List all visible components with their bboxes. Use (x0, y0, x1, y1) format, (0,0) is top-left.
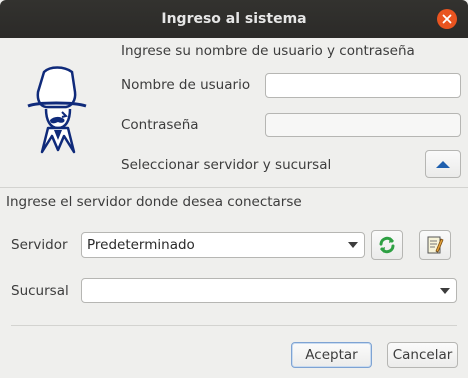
servidor-select[interactable]: Predeterminado (81, 232, 365, 258)
buttons-divider (11, 325, 457, 326)
accept-button[interactable]: Aceptar (291, 342, 372, 368)
sucursal-dropdown-arrow[interactable] (434, 287, 456, 294)
edit-server-button[interactable] (419, 230, 451, 260)
password-field[interactable] (265, 113, 461, 137)
servidor-dropdown-arrow[interactable] (342, 242, 364, 248)
username-field[interactable] (265, 73, 461, 98)
window-title: Ingreso al sistema (161, 11, 307, 27)
password-label: Contraseña (121, 117, 199, 133)
section-divider (0, 187, 468, 188)
server-prompt: Ingrese el servidor donde desea conectar… (6, 194, 302, 210)
servidor-value: Predeterminado (87, 237, 195, 253)
servidor-label: Servidor (11, 237, 68, 253)
chevron-down-icon (440, 287, 450, 294)
close-button[interactable] (437, 9, 457, 29)
chevron-down-icon (348, 242, 358, 248)
username-label: Nombre de usuario (121, 77, 251, 93)
cancel-button[interactable]: Cancelar (387, 342, 458, 368)
refresh-button[interactable] (371, 230, 403, 260)
login-prompt: Ingrese su nombre de usuario y contraseñ… (121, 43, 415, 59)
close-icon (442, 14, 452, 24)
sucursal-select[interactable] (81, 278, 457, 303)
server-toggle-button[interactable] (425, 150, 461, 178)
edit-document-icon (427, 236, 444, 254)
gaucho-figure-icon (27, 66, 87, 154)
sucursal-label: Sucursal (11, 283, 69, 299)
server-toggle-label: Seleccionar servidor y sucursal (121, 157, 332, 173)
refresh-icon (379, 236, 395, 254)
chevron-up-icon (436, 161, 450, 168)
